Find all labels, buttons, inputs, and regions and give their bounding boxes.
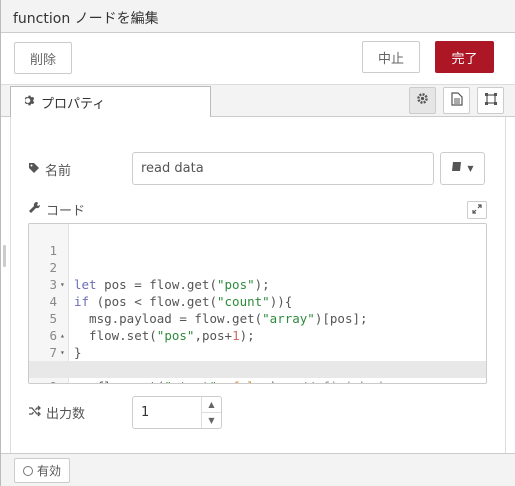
- cancel-button[interactable]: 中止: [362, 41, 420, 73]
- code-line[interactable]: 1 let pos = flow.get("pos");: [29, 225, 486, 292]
- tab-appearance[interactable]: [477, 87, 504, 114]
- code-text: flow.set("start", false); // finished: [74, 378, 383, 383]
- name-row-label: 名前: [28, 160, 71, 179]
- spinner: ▲ ▼: [201, 397, 221, 428]
- code-line[interactable]: 8 ▴ }: [29, 344, 486, 383]
- outputs-stepper[interactable]: 1 ▲ ▼: [132, 396, 222, 429]
- document-icon: [450, 91, 463, 110]
- done-button[interactable]: 完了: [435, 41, 494, 73]
- code-line[interactable]: 7 flow.set("start", false); // finished: [29, 327, 486, 383]
- outputs-label: 出力数: [46, 407, 86, 422]
- tab-properties-label: プロパティ: [41, 96, 106, 112]
- tray-title: function ノードを編集: [13, 11, 159, 27]
- decrement-icon[interactable]: ▼: [202, 413, 221, 428]
- edit-tray: function ノードを編集 削除 中止 完了 プロパティ 名前 read d…: [0, 0, 515, 486]
- gear-icon: [23, 94, 36, 111]
- code-line[interactable]: 2 ▾ if (pos < flow.get("count")){: [29, 242, 486, 309]
- code-line[interactable]: 3 msg.payload = flow.get("array")[pos];: [29, 259, 486, 326]
- code-line[interactable]: 6 ▾ else {: [29, 310, 486, 377]
- expand-editor-button[interactable]: [467, 201, 487, 219]
- increment-icon[interactable]: ▲: [202, 397, 221, 413]
- chevron-down-icon: ▼: [467, 164, 474, 173]
- name-label: 名前: [45, 164, 72, 179]
- tag-icon: [28, 162, 40, 178]
- enable-label: 有効: [37, 464, 62, 478]
- resize-handle-left[interactable]: [3, 245, 6, 267]
- book-icon: [451, 161, 463, 176]
- outputs-row-label: 出力数: [28, 403, 85, 422]
- frame-icon: [484, 92, 498, 110]
- shuffle-icon: [28, 405, 41, 421]
- code-editor[interactable]: 1 let pos = flow.get("pos"); 2 ▾ if (pos…: [28, 223, 487, 384]
- outputs-value: 1: [141, 405, 150, 420]
- tab-bar: プロパティ: [1, 84, 515, 118]
- wrench-icon: [28, 201, 41, 218]
- line-number: 9: [29, 378, 57, 383]
- circle-icon: [23, 465, 33, 476]
- code-line[interactable]: 4 flow.set("pos",pos+1);: [29, 276, 486, 343]
- name-input[interactable]: [132, 152, 434, 185]
- tray-footer: 有効: [1, 453, 515, 486]
- code-label: コード: [46, 204, 86, 219]
- tab-properties[interactable]: プロパティ: [10, 86, 211, 118]
- tray-toolbar: 削除 中止 完了: [1, 33, 515, 84]
- delete-button[interactable]: 削除: [14, 42, 72, 74]
- library-button[interactable]: ▼: [440, 152, 485, 185]
- enable-toggle[interactable]: 有効: [14, 458, 71, 483]
- tab-description[interactable]: [443, 87, 470, 114]
- code-line[interactable]: 5 ▴ }: [29, 293, 486, 360]
- tab-settings[interactable]: [409, 87, 436, 114]
- gear-icon: [416, 92, 429, 109]
- expand-icon: [472, 203, 482, 218]
- code-line-active[interactable]: 9 return msg;: [29, 361, 486, 383]
- code-row-label: コード: [28, 200, 85, 219]
- tray-header: function ノードを編集: [1, 0, 515, 33]
